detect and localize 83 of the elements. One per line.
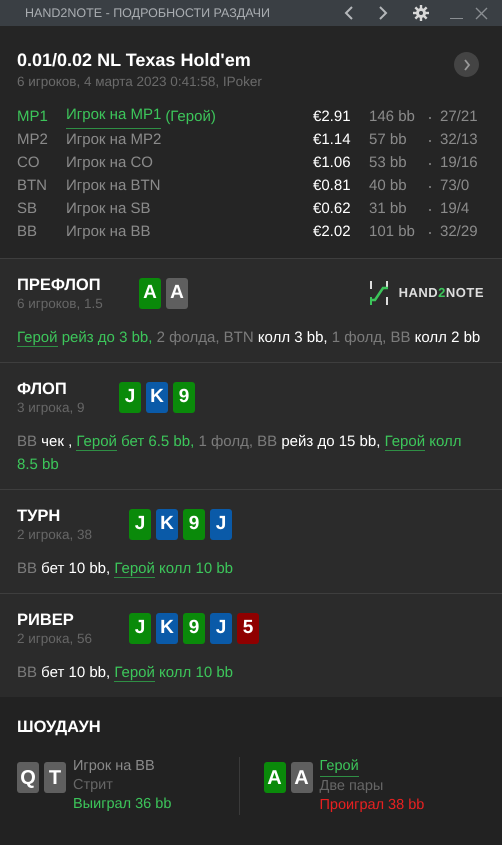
stack-amount: €0.81 [313,176,352,196]
player-name[interactable]: Игрок на BB [66,221,150,244]
showdown-player-name[interactable]: Герой [320,757,359,777]
street-actions: Герой рейз до 3 bb, 2 фолда, BTN колл 3 bb, 1 фолд, BB колл 2 bb [17,328,482,349]
chevron-right-icon [378,6,388,20]
player-stats: 19/4 [440,199,470,220]
street-title: ПРЕФЛОП [17,275,102,295]
chevron-right-icon [462,58,470,70]
player-name[interactable]: Игрок на CO [66,152,153,175]
hand-rank: Две пары [320,777,384,796]
street-info: 2 игрока, 56 [17,630,93,647]
player-stats: 73/0 [440,176,470,196]
close-icon [474,6,488,20]
street-info: 6 игроков, 1.5 [17,295,104,312]
playing-card: 9 [173,382,195,413]
stack-amount: €1.06 [313,153,352,174]
stack-bb: 57 bb [369,130,408,150]
playing-card: 5 [237,613,259,644]
street-title: ФЛОП [17,379,68,399]
player-name[interactable]: Игрок на MP1 [66,106,162,129]
playing-card: A [264,762,286,793]
logo-icon [368,281,389,305]
hero-link[interactable]: Герой [384,433,426,451]
hero-link[interactable]: Герой [114,560,155,578]
stack-bb: 101 bb [369,222,416,242]
stack-amount: €0.62 [313,199,352,220]
playing-card: 9 [183,509,205,540]
street-title: ТУРН [17,506,62,526]
playing-card: Q [17,762,39,793]
window-title: HAND2NOTE - ПОДРОБНОСТИ РАЗДАЧИ [25,4,271,22]
showdown-title: ШОУДАУН [17,717,102,737]
seat-position: CO [17,153,40,174]
playing-card: J [210,613,232,644]
playing-card: J [210,509,232,540]
stack-bb: 40 bb [369,176,408,196]
street-actions: BB бет 10 bb, Герой колл 10 bb [17,663,234,684]
hand-result: Выиграл 36 bb [73,795,172,814]
stack-amount: €1.14 [313,130,352,150]
player-stats: 32/13 [440,130,479,150]
playing-card: K [146,382,168,413]
street-actions: BB бет 10 bb, Герой колл 10 bb [17,559,234,580]
stack-bb: 31 bb [369,199,408,220]
next-hand-button[interactable] [454,52,479,77]
street-info: 3 игрока, 9 [17,399,86,416]
player-name[interactable]: Игрок на SB [66,198,150,221]
playing-card: J [129,509,151,540]
playing-card: A [290,762,312,793]
player-stats: 32/29 [440,222,479,242]
player-stats: 27/21 [440,107,479,128]
hero-link[interactable]: Герой [114,664,155,682]
playing-card: K [156,509,178,540]
street-actions: BB чек , Герой бет 6.5 bb, 1 фолд, BB рейз до 15 bb, Герой колл 8.5 bb [17,432,463,475]
hand-title: 0.01/0.02 NL Texas Hold'em [17,49,252,72]
player-name[interactable]: Игрок на BTN [66,175,160,198]
hero-tag: (Герой) [165,106,216,129]
seat-position: MP2 [17,130,49,150]
playing-card: K [156,613,178,644]
chevron-left-icon [344,6,354,20]
seat-position: SB [17,199,38,220]
stack-amount: €2.91 [313,107,352,128]
playing-card: A [139,278,161,309]
logo-text: HAND2NOTE [398,284,484,302]
seat-position: BB [17,222,38,242]
hero-link[interactable]: Герой [17,329,58,347]
playing-card: 9 [183,613,205,644]
playing-card: A [166,278,188,309]
stack-bb: 53 bb [369,153,408,174]
playing-card: J [119,382,141,413]
playing-card: J [129,613,151,644]
seat-position: MP1 [17,107,49,128]
seat-position: BTN [17,176,48,196]
showdown-player-name[interactable]: Игрок на BB [73,757,155,776]
street-title: РИВЕР [17,610,75,630]
stack-amount: €2.02 [313,222,352,242]
player-name[interactable]: Игрок на MP2 [66,129,162,152]
playing-card: T [44,762,66,793]
player-stats: 19/16 [440,153,479,174]
hand-subtitle: 6 игроков, 4 марта 2023 0:41:58, IPoker [17,73,262,91]
street-info: 2 игрока, 38 [17,526,93,543]
hero-link[interactable]: Герой [76,433,117,451]
hand-rank: Стрит [73,776,114,795]
hand-result: Проиграл 38 bb [320,796,424,815]
stack-bb: 146 bb [369,107,416,128]
